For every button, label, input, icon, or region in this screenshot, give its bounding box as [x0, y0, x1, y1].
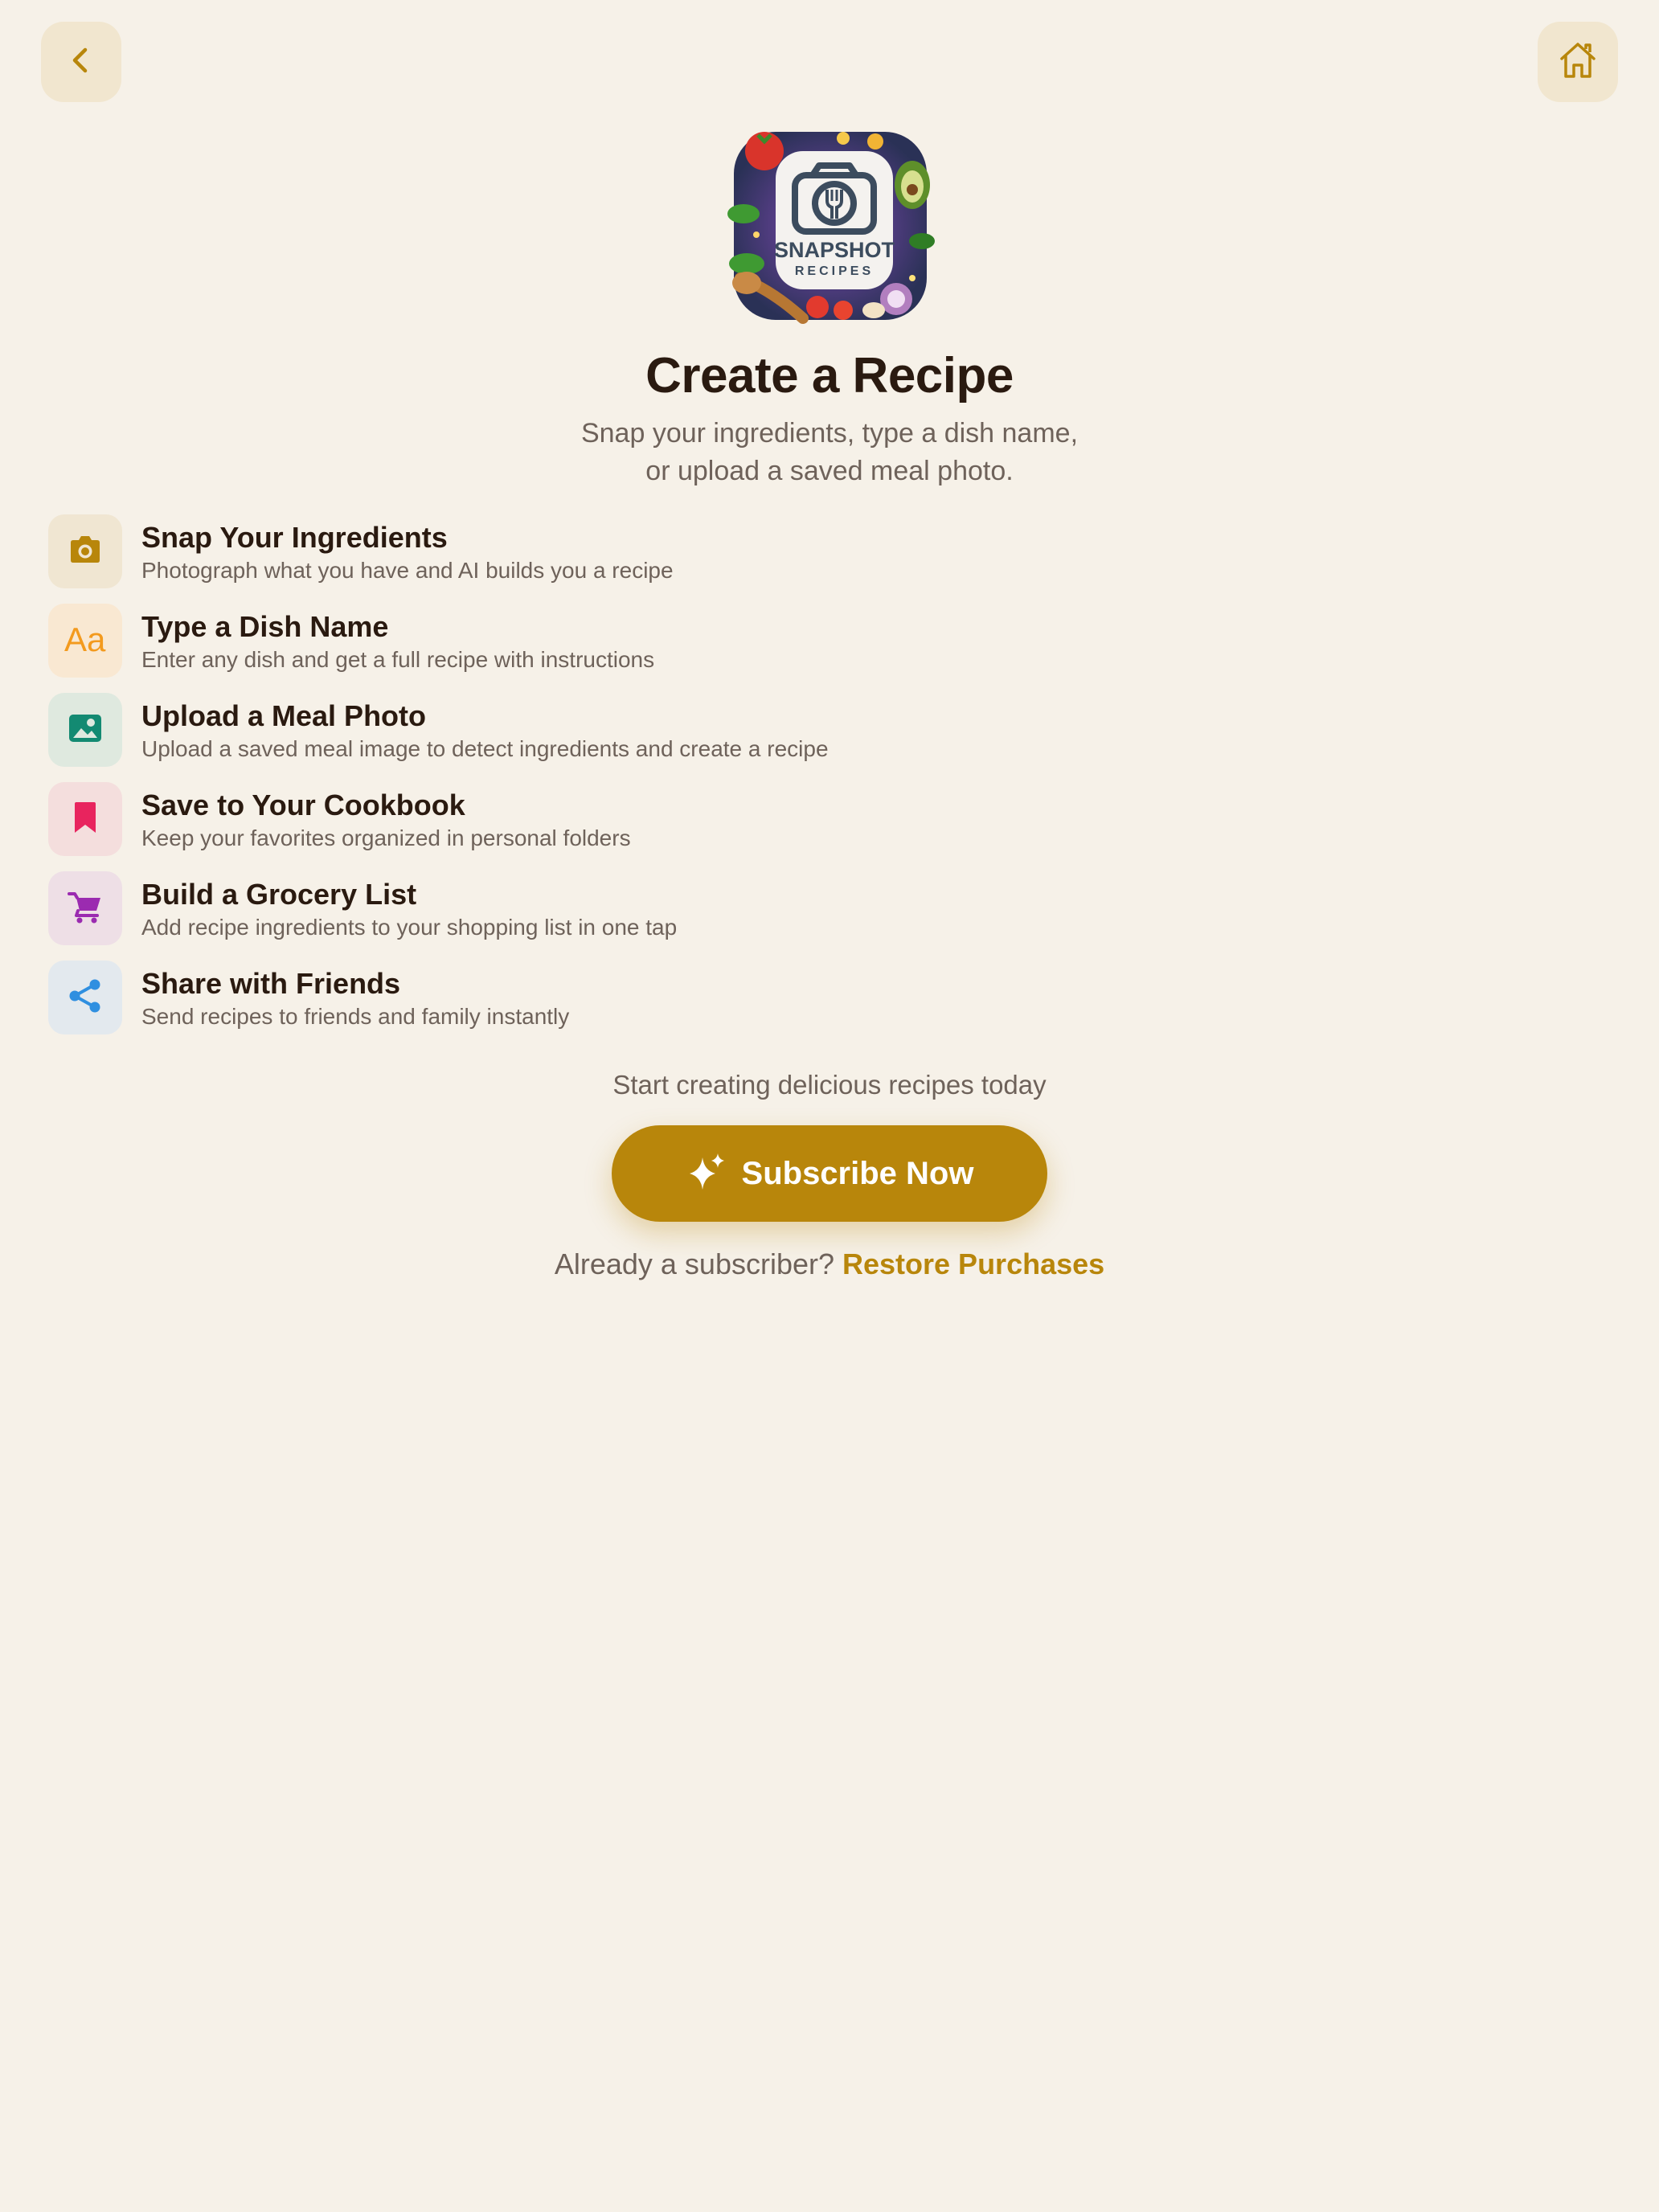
- feature-grocery-list: Build a Grocery List Add recipe ingredie…: [48, 871, 1575, 945]
- feature-type-dish-name: Aa Type a Dish Name Enter any dish and g…: [48, 604, 1575, 678]
- home-button[interactable]: [1538, 22, 1618, 102]
- chevron-left-icon: [65, 44, 97, 80]
- feature-title: Build a Grocery List: [141, 878, 417, 911]
- feature-icon-box: [48, 514, 122, 588]
- svg-text:SNAPSHOT: SNAPSHOT: [774, 238, 895, 262]
- svg-text:RECIPES: RECIPES: [795, 264, 874, 278]
- cta-tagline: Start creating delicious recipes today: [612, 1070, 1047, 1100]
- feature-description: Add recipe ingredients to your shopping …: [141, 915, 678, 940]
- camera-icon: [67, 531, 104, 572]
- text-aa-icon: Aa: [63, 621, 108, 662]
- share-icon: [67, 977, 104, 1018]
- subtitle-line-1: Snap your ingredients, type a dish name,: [580, 418, 1079, 449]
- house-icon: [1557, 39, 1599, 85]
- photo-icon: [67, 710, 104, 751]
- restore-prefix: Already a subscriber?: [554, 1247, 842, 1280]
- feature-title: Save to Your Cookbook: [141, 789, 465, 821]
- feature-icon-box: [48, 782, 122, 856]
- restore-purchases-link[interactable]: Restore Purchases: [842, 1247, 1104, 1280]
- app-logo: SNAPSHOT RECIPES: [723, 121, 938, 331]
- feature-description: Upload a saved meal image to detect ingr…: [141, 736, 829, 761]
- svg-text:Aa: Aa: [64, 621, 106, 657]
- feature-description: Enter any dish and get a full recipe wit…: [141, 647, 655, 672]
- feature-title: Share with Friends: [141, 967, 401, 1000]
- feature-share-friends: Share with Friends Send recipes to frien…: [48, 961, 1575, 1034]
- page-subtitle: Snap your ingredients, type a dish name,…: [0, 415, 1659, 490]
- subscribe-button[interactable]: Subscribe Now: [612, 1125, 1047, 1222]
- feature-description: Photograph what you have and AI builds y…: [141, 558, 674, 583]
- feature-upload-meal-photo: Upload a Meal Photo Upload a saved meal …: [48, 693, 1575, 767]
- feature-icon-box: [48, 693, 122, 767]
- feature-icon-box: [48, 961, 122, 1034]
- subscribe-button-label: Subscribe Now: [741, 1155, 974, 1191]
- feature-title: Snap Your Ingredients: [141, 521, 448, 554]
- feature-save-cookbook: Save to Your Cookbook Keep your favorite…: [48, 782, 1575, 856]
- feature-description: Keep your favorites organized in persona…: [141, 825, 631, 850]
- feature-title: Upload a Meal Photo: [141, 699, 427, 732]
- restore-line: Already a subscriber? Restore Purchases: [0, 1246, 1659, 1283]
- back-button[interactable]: [41, 22, 121, 102]
- page-title: Create a Recipe: [645, 348, 1014, 403]
- feature-icon-box: Aa: [48, 604, 122, 678]
- subtitle-line-2: or upload a saved meal photo.: [645, 456, 1014, 486]
- feature-title: Type a Dish Name: [141, 610, 389, 643]
- bookmark-icon: [67, 799, 104, 840]
- cart-icon: [67, 888, 104, 929]
- feature-snap-ingredients: Snap Your Ingredients Photograph what yo…: [48, 514, 1575, 588]
- sparkles-icon: [686, 1151, 727, 1197]
- feature-icon-box: [48, 871, 122, 945]
- feature-description: Send recipes to friends and family insta…: [141, 1004, 570, 1029]
